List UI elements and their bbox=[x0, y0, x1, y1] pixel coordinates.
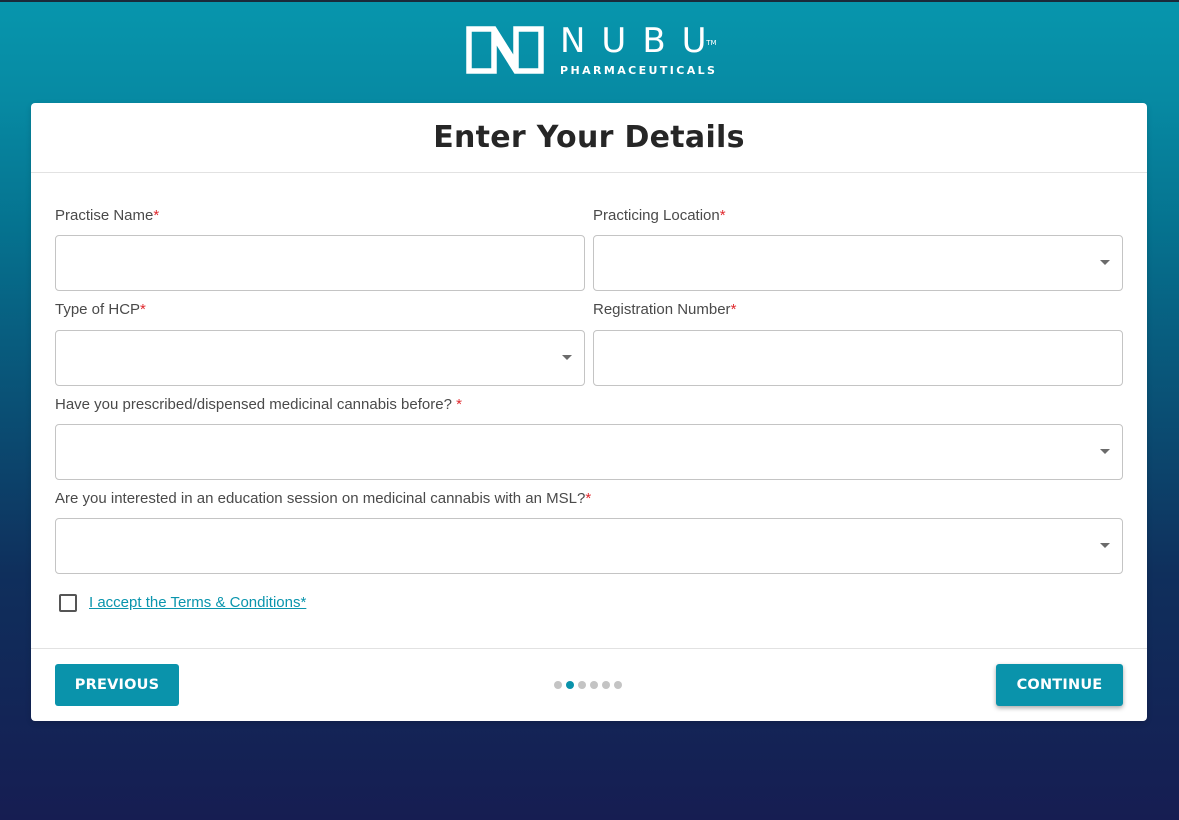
required-marker: * bbox=[719, 207, 726, 224]
prescribed-before-label-text: Have you prescribed/dispensed medicinal … bbox=[55, 396, 457, 413]
prescribed-before-label: Have you prescribed/dispensed medicinal … bbox=[55, 396, 462, 413]
brand-subtitle: PHARMACEUTICALS bbox=[560, 64, 718, 77]
brand-name-text: NUBU bbox=[560, 21, 723, 61]
step-dot bbox=[614, 681, 622, 689]
page-title: Enter Your Details bbox=[433, 120, 745, 155]
practicing-location-label: Practicing Location* bbox=[593, 207, 726, 224]
chevron-down-icon bbox=[562, 355, 572, 360]
prescribed-before-select[interactable] bbox=[55, 424, 1123, 480]
previous-button[interactable]: PREVIOUS bbox=[55, 664, 179, 706]
step-dot bbox=[602, 681, 610, 689]
step-dot-active bbox=[566, 681, 574, 689]
terms-checkbox[interactable] bbox=[59, 594, 77, 612]
card-header: Enter Your Details bbox=[31, 103, 1147, 173]
practicing-location-select[interactable] bbox=[593, 235, 1123, 291]
trademark-mark: TM bbox=[706, 39, 717, 47]
brand-logo: NUBU TM PHARMACEUTICALS bbox=[466, 24, 723, 77]
continue-button[interactable]: CONTINUE bbox=[996, 664, 1123, 706]
required-marker: * bbox=[730, 301, 737, 318]
chevron-down-icon bbox=[1100, 260, 1110, 265]
practise-name-label-text: Practise Name bbox=[55, 207, 154, 224]
practicing-location-label-text: Practicing Location bbox=[593, 207, 720, 224]
hcp-type-label: Type of HCP* bbox=[55, 301, 146, 318]
hcp-type-select[interactable] bbox=[55, 330, 585, 386]
required-marker: * bbox=[300, 594, 307, 611]
required-marker: * bbox=[456, 396, 462, 413]
step-indicator bbox=[554, 681, 622, 689]
hcp-type-label-text: Type of HCP bbox=[55, 301, 141, 318]
step-dot bbox=[578, 681, 586, 689]
top-border bbox=[0, 0, 1179, 2]
required-marker: * bbox=[140, 301, 146, 318]
chevron-down-icon bbox=[1100, 543, 1110, 548]
registration-number-input[interactable] bbox=[593, 330, 1123, 386]
nubu-logo-icon bbox=[466, 26, 544, 74]
terms-link-text[interactable]: I accept the Terms & Conditions bbox=[89, 594, 301, 611]
required-marker: * bbox=[585, 490, 592, 507]
brand-text: NUBU TM PHARMACEUTICALS bbox=[560, 24, 723, 77]
practise-name-label: Practise Name* bbox=[55, 207, 159, 224]
education-session-label: Are you interested in an education sessi… bbox=[55, 490, 591, 507]
registration-number-label-text: Registration Number bbox=[593, 301, 731, 318]
required-marker: * bbox=[153, 207, 160, 224]
brand-name: NUBU TM bbox=[560, 24, 723, 58]
step-dot bbox=[590, 681, 598, 689]
practise-name-input[interactable] bbox=[55, 235, 585, 291]
footer-divider bbox=[31, 648, 1147, 649]
terms-link[interactable]: I accept the Terms & Conditions* bbox=[89, 594, 306, 611]
education-session-label-text: Are you interested in an education sessi… bbox=[55, 490, 586, 507]
step-dot bbox=[554, 681, 562, 689]
chevron-down-icon bbox=[1100, 449, 1110, 454]
education-session-select[interactable] bbox=[55, 518, 1123, 574]
registration-number-label: Registration Number* bbox=[593, 301, 736, 318]
details-form-card: Enter Your Details Practise Name* Practi… bbox=[31, 103, 1147, 721]
